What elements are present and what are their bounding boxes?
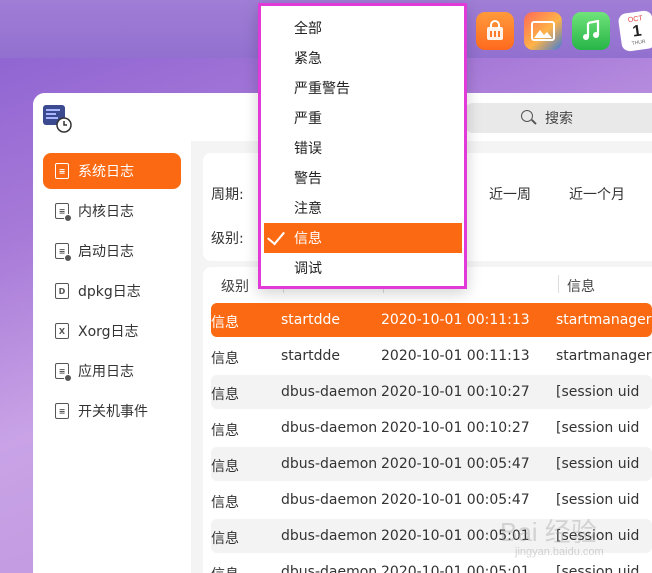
sidebar-item-label: Xorg日志 xyxy=(78,324,139,340)
cell-time: 2020-10-01 00:05:47 xyxy=(381,492,530,508)
menu-item-critical-warning[interactable]: 严重警告 xyxy=(264,73,462,103)
cell-time: 2020-10-01 00:11:13 xyxy=(381,348,530,364)
calendar-day: 1 xyxy=(631,22,643,41)
document-icon: ≡ xyxy=(55,163,69,179)
period-option-week[interactable]: 近一周 xyxy=(489,184,531,204)
checkmark-icon xyxy=(267,226,285,246)
table-row[interactable]: 信息 dbus-daemon 2020-10-01 00:10:27 [sess… xyxy=(211,375,652,409)
cell-level: 信息 xyxy=(211,315,239,331)
cell-message: [session uid xyxy=(556,420,640,436)
kernel-log-icon: ≡ xyxy=(55,203,72,222)
menu-item-all[interactable]: 全部 xyxy=(264,13,462,43)
sidebar-item-boot-log[interactable]: ≡ 启动日志 xyxy=(43,233,181,269)
menu-item-debug[interactable]: 调试 xyxy=(264,253,462,283)
table-row[interactable]: 信息 startdde 2020-10-01 00:11:13 startman… xyxy=(211,303,652,337)
cell-source: dbus-daemon xyxy=(281,384,378,400)
period-label: 周期: xyxy=(211,187,244,203)
cell-message: [session uid xyxy=(556,456,640,472)
cell-time: 2020-10-01 00:05:47 xyxy=(381,456,530,472)
cell-level: 信息 xyxy=(211,531,239,547)
boot-log-icon: ≡ xyxy=(55,243,72,262)
sidebar-item-dpkg-log[interactable]: D dpkg日志 xyxy=(43,273,181,309)
cell-time: 2020-10-01 00:11:13 xyxy=(381,312,530,328)
level-dropdown-menu: 全部 紧急 严重警告 严重 错误 警告 注意 信息 调试 xyxy=(258,3,467,289)
sidebar-item-label: 应用日志 xyxy=(78,364,134,380)
cell-level: 信息 xyxy=(211,423,239,439)
search-icon xyxy=(521,110,537,126)
sidebar-item-label: 开关机事件 xyxy=(78,404,148,420)
photos-icon[interactable] xyxy=(524,12,562,50)
cell-time: 2020-10-01 00:05:01 xyxy=(381,564,530,573)
menu-item-critical[interactable]: 严重 xyxy=(264,103,462,133)
menu-item-emergency[interactable]: 紧急 xyxy=(264,43,462,73)
column-separator xyxy=(558,275,559,293)
menu-item-warning[interactable]: 警告 xyxy=(264,163,462,193)
sidebar-item-label: 内核日志 xyxy=(78,204,134,220)
sidebar-item-app-log[interactable]: ≡ 应用日志 xyxy=(43,353,181,389)
sidebar-item-label: 系统日志 xyxy=(78,164,134,180)
sidebar-item-label: dpkg日志 xyxy=(78,284,141,300)
menu-item-notice[interactable]: 注意 xyxy=(264,193,462,223)
calendar-icon[interactable]: OCT 1 THUR xyxy=(617,9,652,53)
log-viewer-app-icon xyxy=(42,103,72,133)
cell-source: dbus-daemon xyxy=(281,528,378,544)
cell-source: dbus-daemon xyxy=(281,420,378,436)
cell-message: [session uid xyxy=(556,384,640,400)
search-box[interactable]: 搜索 xyxy=(465,103,652,133)
cell-message: startmanager xyxy=(556,348,652,364)
cell-source: startdde xyxy=(281,312,340,328)
sidebar-item-power-events[interactable]: ≡ 开关机事件 xyxy=(43,393,181,429)
sidebar-item-kernel-log[interactable]: ≡ 内核日志 xyxy=(43,193,181,229)
cell-time: 2020-10-01 00:10:27 xyxy=(381,384,530,400)
calendar-weekday: THUR xyxy=(631,38,646,47)
cell-source: dbus-daemon xyxy=(281,492,378,508)
cell-message: startmanager xyxy=(556,312,652,328)
column-header-level[interactable]: 级别 xyxy=(221,276,249,296)
cell-source: startdde xyxy=(281,348,340,364)
search-label: 搜索 xyxy=(545,111,573,127)
app-log-icon: ≡ xyxy=(55,363,72,382)
watermark-url: jingyan.baidu.com xyxy=(515,546,604,558)
sidebar-item-system-log[interactable]: ≡ 系统日志 xyxy=(43,153,181,189)
column-header-info[interactable]: 信息 xyxy=(567,276,595,296)
cell-time: 2020-10-01 00:10:27 xyxy=(381,420,530,436)
menu-item-label: 信息 xyxy=(294,231,322,247)
cell-source: dbus-daemon xyxy=(281,564,378,573)
power-event-icon: ≡ xyxy=(55,403,69,419)
cell-source: dbus-daemon xyxy=(281,456,378,472)
table-row[interactable]: 信息 startdde 2020-10-01 00:11:13 startman… xyxy=(211,339,652,373)
app-store-icon[interactable] xyxy=(476,12,514,50)
table-row[interactable]: 信息 dbus-daemon 2020-10-01 00:05:47 [sess… xyxy=(211,447,652,481)
cell-level: 信息 xyxy=(211,495,239,511)
level-label: 级别: xyxy=(211,231,244,247)
cell-level: 信息 xyxy=(211,564,239,573)
cell-message: [session uid xyxy=(556,492,640,508)
period-option-month[interactable]: 近一个月 xyxy=(569,184,625,204)
sidebar-item-xorg-log[interactable]: X Xorg日志 xyxy=(43,313,181,349)
music-icon[interactable] xyxy=(572,12,610,50)
cell-level: 信息 xyxy=(211,387,239,403)
menu-item-info[interactable]: 信息 xyxy=(264,223,462,253)
menu-item-error[interactable]: 错误 xyxy=(264,133,462,163)
cell-level: 信息 xyxy=(211,459,239,475)
cell-level: 信息 xyxy=(211,351,239,367)
sidebar-item-label: 启动日志 xyxy=(78,244,134,260)
sidebar: ≡ 系统日志 ≡ 内核日志 ≡ 启动日志 D dpkg日志 X Xorg日志 ≡… xyxy=(33,141,191,573)
dpkg-log-icon: D xyxy=(55,283,69,299)
table-row[interactable]: 信息 dbus-daemon 2020-10-01 00:10:27 [sess… xyxy=(211,411,652,445)
xorg-log-icon: X xyxy=(55,323,69,339)
cell-message: [session uid xyxy=(556,564,640,573)
watermark: Bai 经验 xyxy=(500,517,597,547)
